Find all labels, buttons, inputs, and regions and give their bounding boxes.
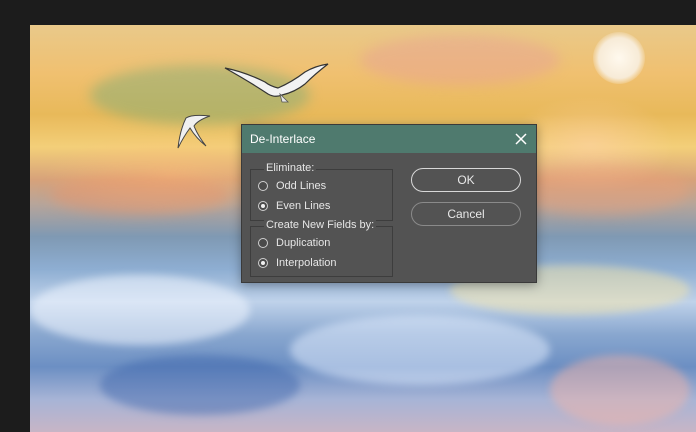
seagull-illustration [177, 114, 211, 149]
radio-label: Interpolation [276, 257, 337, 269]
painted-cloud [510, 165, 690, 215]
eliminate-legend: Eliminate: [264, 161, 317, 175]
painted-cloud [360, 35, 560, 85]
create-new-fields-legend: Create New Fields by: [264, 218, 377, 232]
painted-reflection [550, 355, 690, 425]
painted-wave [100, 355, 300, 415]
radio-button[interactable] [258, 201, 268, 211]
radio-button[interactable] [258, 238, 268, 248]
radio-label: Even Lines [276, 200, 331, 212]
cancel-button[interactable]: Cancel [411, 202, 521, 226]
painted-cloud [50, 175, 230, 215]
painted-sun [593, 32, 645, 84]
close-icon[interactable] [512, 130, 530, 148]
ok-button[interactable]: OK [411, 168, 521, 192]
dialog-title: De-Interlace [250, 132, 316, 146]
painted-wave [30, 275, 250, 345]
radio-button[interactable] [258, 181, 268, 191]
radio-label: Odd Lines [276, 180, 327, 192]
painted-wave [290, 315, 550, 385]
radio-label: Duplication [276, 237, 331, 249]
seagull-illustration [224, 63, 329, 103]
radio-button[interactable] [258, 258, 268, 268]
eliminate-group: Eliminate: Odd Lines Even Lines [250, 161, 393, 221]
de-interlace-dialog: De-Interlace Eliminate: Odd Lines Even L… [241, 124, 537, 283]
dialog-titlebar[interactable]: De-Interlace [242, 125, 536, 153]
create-new-fields-group: Create New Fields by: Duplication Interp… [250, 218, 393, 277]
